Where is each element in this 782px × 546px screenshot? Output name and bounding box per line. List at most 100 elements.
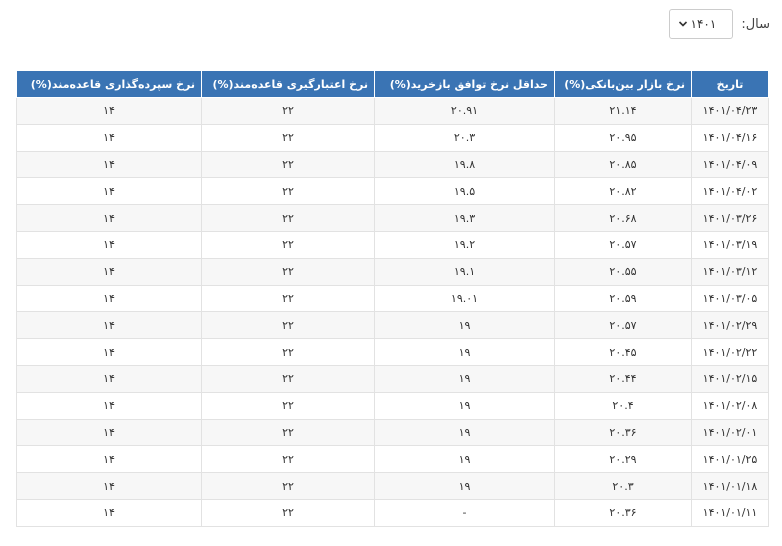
cell-date: ۱۴۰۱/۰۳/۱۲ [691,258,769,286]
cell-date: ۱۴۰۱/۰۳/۲۶ [691,204,769,232]
col-deposit-facility-header: نرخ سپرده‌گذاری قاعده‌مند(%) [16,70,202,98]
cell-deposit-facility: ۱۴ [16,365,202,393]
cell-date: ۱۴۰۱/۰۲/۰۱ [691,419,769,447]
cell-repo-min-rate: ۱۹ [374,472,555,500]
cell-deposit-facility: ۱۴ [16,311,202,340]
cell-deposit-facility: ۱۴ [16,285,202,313]
cell-date: ۱۴۰۱/۰۴/۱۶ [691,124,769,152]
table-row: ۱۴۰۱/۰۱/۱۸ ۲۰.۳ ۱۹ ۲۲ ۱۴ [16,472,769,500]
cell-lending-facility: ۲۲ [201,445,375,474]
cell-date: ۱۴۰۱/۰۲/۱۵ [691,365,769,393]
col-date-header: تاریخ [691,70,769,98]
cell-lending-facility: ۲۲ [201,151,375,179]
cell-interbank-rate: ۲۰.۲۹ [554,445,692,474]
year-filter: سال: ۱۴۰۱ [669,9,770,39]
table-header: تاریخ نرخ بازار بین‌بانکی(%) حداقل نرخ توا… [16,70,769,98]
cell-date: ۱۴۰۱/۰۴/۰۹ [691,151,769,179]
cell-lending-facility: ۲۲ [201,177,375,206]
table-row: ۱۴۰۱/۰۴/۰۹ ۲۰.۸۵ ۱۹.۸ ۲۲ ۱۴ [16,151,769,179]
year-select-value: ۱۴۰۱ [690,17,717,31]
cell-repo-min-rate: - [374,499,555,527]
table-row: ۱۴۰۱/۰۱/۲۵ ۲۰.۲۹ ۱۹ ۲۲ ۱۴ [16,445,769,474]
cell-lending-facility: ۲۲ [201,311,375,340]
cell-interbank-rate: ۲۰.۸۵ [554,151,692,179]
cell-interbank-rate: ۲۰.۴۴ [554,365,692,393]
cell-date: ۱۴۰۱/۰۲/۰۸ [691,392,769,420]
table-row: ۱۴۰۱/۰۲/۰۸ ۲۰.۴ ۱۹ ۲۲ ۱۴ [16,392,769,420]
cell-interbank-rate: ۲۰.۴۵ [554,338,692,366]
table-row: ۱۴۰۱/۰۲/۲۲ ۲۰.۴۵ ۱۹ ۲۲ ۱۴ [16,338,769,366]
cell-repo-min-rate: ۱۹.۳ [374,204,555,232]
cell-lending-facility: ۲۲ [201,392,375,420]
table-row: ۱۴۰۱/۰۲/۰۱ ۲۰.۳۶ ۱۹ ۲۲ ۱۴ [16,419,769,447]
cell-repo-min-rate: ۱۹.۵ [374,177,555,206]
table-row: ۱۴۰۱/۰۲/۱۵ ۲۰.۴۴ ۱۹ ۲۲ ۱۴ [16,365,769,393]
table-row: ۱۴۰۱/۰۴/۰۲ ۲۰.۸۲ ۱۹.۵ ۲۲ ۱۴ [16,177,769,206]
cell-interbank-rate: ۲۰.۴ [554,392,692,420]
cell-lending-facility: ۲۲ [201,499,375,527]
cell-interbank-rate: ۲۰.۳۶ [554,419,692,447]
cell-date: ۱۴۰۱/۰۱/۱۱ [691,499,769,527]
cell-deposit-facility: ۱۴ [16,338,202,366]
cell-interbank-rate: ۲۰.۸۲ [554,177,692,206]
col-repo-min-rate-header: حداقل نرخ توافق بازخرید(%) [374,70,555,98]
cell-interbank-rate: ۲۰.۳۶ [554,499,692,527]
cell-lending-facility: ۲۲ [201,285,375,313]
page: سال: ۱۴۰۱ تاریخ نرخ بازار بین‌بانکی(%) حدا… [0,0,782,546]
table-row: ۱۴۰۱/۰۴/۲۳ ۲۱.۱۴ ۲۰.۹۱ ۲۲ ۱۴ [16,97,769,125]
cell-deposit-facility: ۱۴ [16,124,202,152]
cell-interbank-rate: ۲۰.۹۵ [554,124,692,152]
cell-deposit-facility: ۱۴ [16,472,202,500]
cell-deposit-facility: ۱۴ [16,445,202,474]
cell-date: ۱۴۰۱/۰۱/۲۵ [691,445,769,474]
cell-deposit-facility: ۱۴ [16,204,202,232]
cell-repo-min-rate: ۱۹ [374,392,555,420]
table-row: ۱۴۰۱/۰۳/۱۲ ۲۰.۵۵ ۱۹.۱ ۲۲ ۱۴ [16,258,769,286]
cell-lending-facility: ۲۲ [201,204,375,232]
cell-repo-min-rate: ۱۹.۲ [374,231,555,259]
cell-interbank-rate: ۲۰.۶۸ [554,204,692,232]
table-row: ۱۴۰۱/۰۳/۱۹ ۲۰.۵۷ ۱۹.۲ ۲۲ ۱۴ [16,231,769,259]
cell-repo-min-rate: ۱۹ [374,365,555,393]
cell-deposit-facility: ۱۴ [16,97,202,125]
cell-repo-min-rate: ۱۹ [374,311,555,340]
chevron-down-icon [679,21,688,27]
header-row: تاریخ نرخ بازار بین‌بانکی(%) حداقل نرخ توا… [16,70,769,98]
cell-lending-facility: ۲۲ [201,258,375,286]
cell-date: ۱۴۰۱/۰۳/۱۹ [691,231,769,259]
cell-date: ۱۴۰۱/۰۴/۰۲ [691,177,769,206]
cell-date: ۱۴۰۱/۰۲/۲۲ [691,338,769,366]
cell-lending-facility: ۲۲ [201,97,375,125]
cell-date: ۱۴۰۱/۰۲/۲۹ [691,311,769,340]
cell-repo-min-rate: ۱۹ [374,338,555,366]
cell-lending-facility: ۲۲ [201,419,375,447]
cell-interbank-rate: ۲۰.۵۷ [554,231,692,259]
cell-lending-facility: ۲۲ [201,338,375,366]
cell-repo-min-rate: ۲۰.۳ [374,124,555,152]
cell-repo-min-rate: ۱۹ [374,419,555,447]
cell-date: ۱۴۰۱/۰۴/۲۳ [691,97,769,125]
year-label: سال: [741,16,770,32]
table-body: ۱۴۰۱/۰۴/۲۳ ۲۱.۱۴ ۲۰.۹۱ ۲۲ ۱۴ ۱۴۰۱/۰۴/۱۶ ۲۰.۹۵ ۲… [16,97,769,527]
cell-lending-facility: ۲۲ [201,365,375,393]
cell-date: ۱۴۰۱/۰۳/۰۵ [691,285,769,313]
cell-repo-min-rate: ۱۹.۸ [374,151,555,179]
cell-repo-min-rate: ۱۹.۱ [374,258,555,286]
cell-deposit-facility: ۱۴ [16,258,202,286]
cell-deposit-facility: ۱۴ [16,392,202,420]
table-row: ۱۴۰۱/۰۳/۰۵ ۲۰.۵۹ ۱۹.۰۱ ۲۲ ۱۴ [16,285,769,313]
cell-deposit-facility: ۱۴ [16,177,202,206]
cell-interbank-rate: ۲۰.۵۵ [554,258,692,286]
cell-date: ۱۴۰۱/۰۱/۱۸ [691,472,769,500]
col-lending-facility-header: نرخ اعتبارگیری قاعده‌مند(%) [201,70,375,98]
cell-interbank-rate: ۲۰.۵۹ [554,285,692,313]
cell-lending-facility: ۲۲ [201,231,375,259]
cell-repo-min-rate: ۱۹ [374,445,555,474]
cell-repo-min-rate: ۲۰.۹۱ [374,97,555,125]
year-select[interactable]: ۱۴۰۱ [669,9,734,39]
rates-table-container: تاریخ نرخ بازار بین‌بانکی(%) حداقل نرخ توا… [16,70,769,527]
cell-deposit-facility: ۱۴ [16,231,202,259]
table-row: ۱۴۰۱/۰۱/۱۱ ۲۰.۳۶-۲۲ ۱۴ [16,499,769,527]
table-row: ۱۴۰۱/۰۳/۲۶ ۲۰.۶۸ ۱۹.۳ ۲۲ ۱۴ [16,204,769,232]
cell-deposit-facility: ۱۴ [16,151,202,179]
